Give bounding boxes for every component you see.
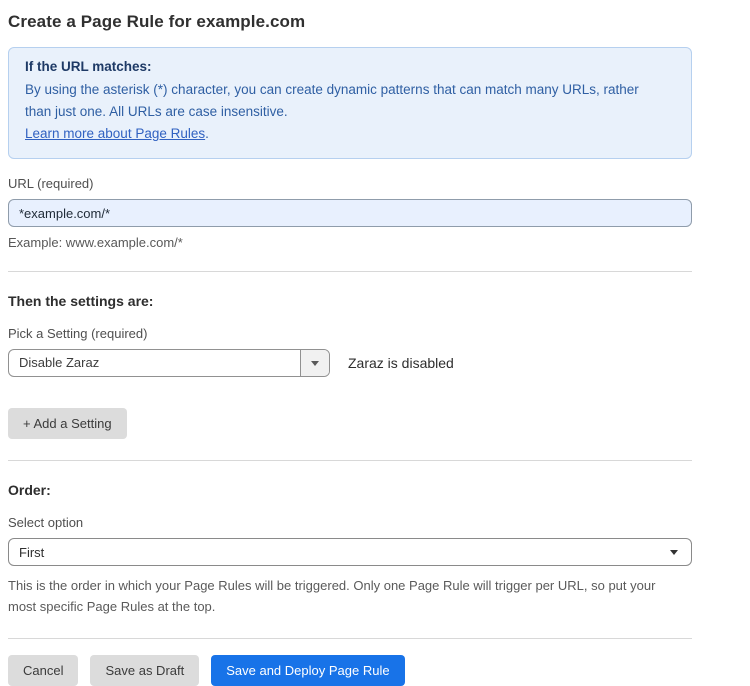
setting-row: Disable Zaraz Zaraz is disabled: [8, 349, 692, 377]
cancel-button[interactable]: Cancel: [8, 655, 78, 686]
order-help-text: This is the order in which your Page Rul…: [8, 575, 676, 617]
url-input[interactable]: [8, 199, 692, 227]
pick-setting-label: Pick a Setting (required): [8, 326, 692, 341]
info-box-heading: If the URL matches:: [25, 59, 675, 74]
divider: [8, 271, 692, 272]
setting-select-arrow-button[interactable]: [300, 350, 329, 376]
save-as-draft-button[interactable]: Save as Draft: [90, 655, 199, 686]
url-field-label: URL (required): [8, 176, 692, 191]
url-example-text: Example: www.example.com/*: [8, 235, 692, 250]
divider: [8, 460, 692, 461]
link-suffix: .: [205, 126, 209, 141]
chevron-down-icon: [311, 361, 319, 366]
info-box-link-line: Learn more about Page Rules.: [25, 123, 675, 145]
order-select[interactable]: First: [8, 538, 692, 566]
order-select-label: Select option: [8, 515, 692, 530]
setting-status-text: Zaraz is disabled: [348, 355, 454, 371]
url-match-info-box: If the URL matches: By using the asteris…: [8, 47, 692, 159]
chevron-down-icon: [670, 550, 678, 555]
save-and-deploy-button[interactable]: Save and Deploy Page Rule: [211, 655, 404, 686]
divider: [8, 638, 692, 639]
page-title: Create a Page Rule for example.com: [8, 12, 692, 32]
add-setting-button[interactable]: + Add a Setting: [8, 408, 127, 439]
form-actions: Cancel Save as Draft Save and Deploy Pag…: [8, 655, 692, 686]
order-section-heading: Order:: [8, 482, 692, 498]
page-rule-form: Create a Page Rule for example.com If th…: [0, 0, 750, 686]
settings-section-heading: Then the settings are:: [8, 293, 692, 309]
order-select-value: First: [19, 545, 44, 560]
setting-select[interactable]: Disable Zaraz: [8, 349, 330, 377]
setting-select-value: Disable Zaraz: [9, 350, 300, 376]
info-box-body: By using the asterisk (*) character, you…: [25, 79, 665, 123]
learn-more-link[interactable]: Learn more about Page Rules: [25, 126, 205, 141]
